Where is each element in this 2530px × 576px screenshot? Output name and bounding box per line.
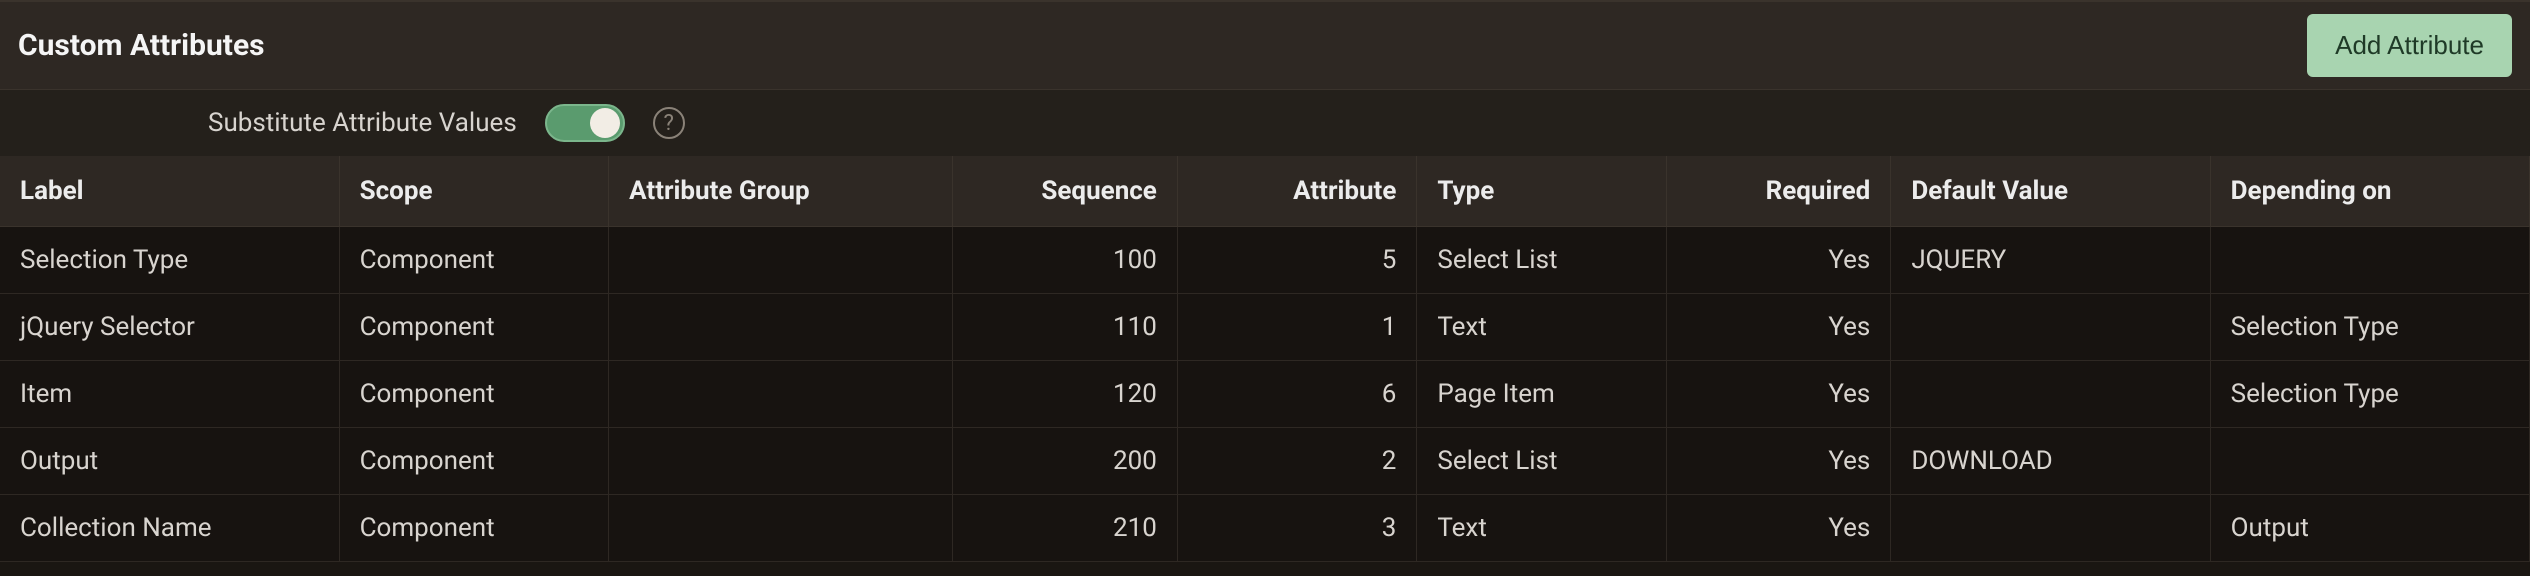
col-header-group[interactable]: Attribute Group <box>609 156 953 227</box>
substitute-values-label: Substitute Attribute Values <box>208 108 517 138</box>
row-sequence: 100 <box>953 227 1178 294</box>
row-scope: Component <box>339 227 609 294</box>
toolbar-label-area: Substitute Attribute Values ? <box>18 104 685 142</box>
row-type: Text <box>1417 495 1666 562</box>
row-attribute: 2 <box>1177 428 1417 495</box>
panel-header: Custom Attributes Add Attribute <box>0 0 2530 90</box>
row-scope: Component <box>339 294 609 361</box>
table-header-row: Label Scope Attribute Group Sequence Att… <box>0 156 2530 227</box>
row-depending: Output <box>2210 495 2529 562</box>
col-header-required[interactable]: Required <box>1666 156 1891 227</box>
row-sequence: 200 <box>953 428 1178 495</box>
row-attribute: 3 <box>1177 495 1417 562</box>
row-default-value <box>1891 495 2210 562</box>
table-row: ItemComponent 1206Page ItemYes Selection T… <box>0 361 2530 428</box>
row-scope: Component <box>339 428 609 495</box>
table-row: jQuery SelectorComponent 1101TextYes Selec… <box>0 294 2530 361</box>
row-type: Page Item <box>1417 361 1666 428</box>
col-header-type[interactable]: Type <box>1417 156 1666 227</box>
row-sequence: 120 <box>953 361 1178 428</box>
row-required: Yes <box>1666 227 1891 294</box>
row-label-link[interactable]: Output <box>0 428 339 495</box>
col-header-sequence[interactable]: Sequence <box>953 156 1178 227</box>
col-header-scope[interactable]: Scope <box>339 156 609 227</box>
row-attribute: 1 <box>1177 294 1417 361</box>
row-label-link[interactable]: Item <box>0 361 339 428</box>
table-row: Collection NameComponent 2103TextYes Outpu… <box>0 495 2530 562</box>
row-attribute: 6 <box>1177 361 1417 428</box>
add-attribute-button[interactable]: Add Attribute <box>2307 14 2512 77</box>
row-group <box>609 227 953 294</box>
attributes-table: Label Scope Attribute Group Sequence Att… <box>0 156 2530 562</box>
toggle-knob <box>590 108 620 138</box>
row-attribute: 5 <box>1177 227 1417 294</box>
panel-title: Custom Attributes <box>18 28 265 63</box>
row-required: Yes <box>1666 428 1891 495</box>
row-default-value: DOWNLOAD <box>1891 428 2210 495</box>
row-default-value <box>1891 294 2210 361</box>
row-type: Text <box>1417 294 1666 361</box>
row-group <box>609 495 953 562</box>
row-required: Yes <box>1666 495 1891 562</box>
col-header-attribute[interactable]: Attribute <box>1177 156 1417 227</box>
row-required: Yes <box>1666 361 1891 428</box>
row-default-value <box>1891 361 2210 428</box>
col-header-label[interactable]: Label <box>0 156 339 227</box>
row-default-value: JQUERY <box>1891 227 2210 294</box>
row-group <box>609 361 953 428</box>
row-group <box>609 428 953 495</box>
row-type: Select List <box>1417 428 1666 495</box>
table-row: OutputComponent 2002Select ListYesDOWNLOA… <box>0 428 2530 495</box>
row-depending <box>2210 227 2529 294</box>
row-sequence: 110 <box>953 294 1178 361</box>
toolbar-row: Substitute Attribute Values ? <box>0 90 2530 156</box>
col-header-default[interactable]: Default Value <box>1891 156 2210 227</box>
row-label-link[interactable]: jQuery Selector <box>0 294 339 361</box>
row-type: Select List <box>1417 227 1666 294</box>
col-header-depending[interactable]: Depending on <box>2210 156 2529 227</box>
substitute-values-toggle[interactable] <box>545 104 625 142</box>
row-depending: Selection Type <box>2210 361 2529 428</box>
row-label-link[interactable]: Selection Type <box>0 227 339 294</box>
row-sequence: 210 <box>953 495 1178 562</box>
row-required: Yes <box>1666 294 1891 361</box>
row-depending: Selection Type <box>2210 294 2529 361</box>
table-row: Selection TypeComponent 1005Select ListYe… <box>0 227 2530 294</box>
help-icon[interactable]: ? <box>653 107 685 139</box>
row-scope: Component <box>339 361 609 428</box>
row-scope: Component <box>339 495 609 562</box>
row-group <box>609 294 953 361</box>
row-depending <box>2210 428 2529 495</box>
row-label-link[interactable]: Collection Name <box>0 495 339 562</box>
